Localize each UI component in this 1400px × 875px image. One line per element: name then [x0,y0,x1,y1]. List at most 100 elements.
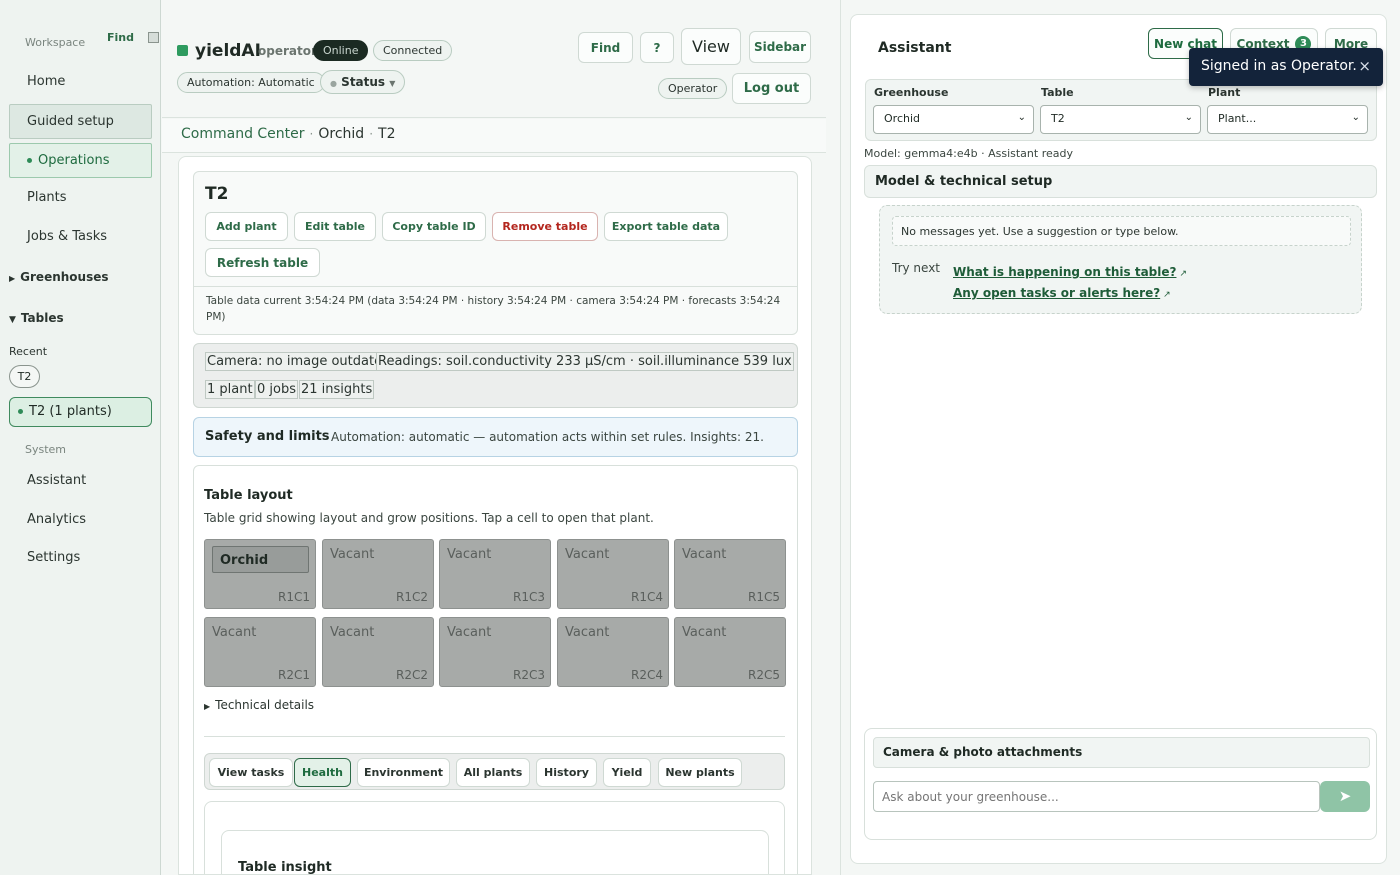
cell-plant-name: Vacant [682,547,727,562]
sidebar-item-analytics[interactable]: Analytics [27,512,86,527]
readings-status: Readings: soil.conductivity 233 µS/cm · … [376,352,794,371]
attachments-toggle[interactable]: Camera & photo attachments [873,737,1370,768]
tab-view-tasks[interactable]: View tasks [209,758,293,787]
plant-count: 1 plant [205,380,255,399]
context-selectors: Greenhouse Table Plant Orchid ⌄ T2 ⌄ Plant… [865,79,1377,141]
greenhouse-label: Greenhouse [874,86,949,99]
plant-select[interactable]: Plant... ⌄ [1207,105,1368,134]
close-icon[interactable]: × [1358,57,1371,75]
cell-id: R2C4 [631,668,663,682]
greenhouse-select-value: Orchid [884,112,920,125]
send-button[interactable]: ➤ [1320,781,1370,812]
tab-yield[interactable]: Yield [603,758,651,787]
refresh-table-button[interactable]: Refresh table [205,248,320,277]
tab-history[interactable]: History [536,758,597,787]
sidebar-item-plants[interactable]: Plants [27,190,67,205]
tab-bar: View tasks Health Environment All plants… [204,753,785,790]
remove-table-button[interactable]: Remove table [492,212,598,241]
sidebar-table-t2[interactable]: T2 (1 plants) [9,397,152,427]
system-label: System [25,443,67,456]
operator-badge: Operator [658,78,728,99]
table-select-value: T2 [1051,112,1065,125]
recent-table-chip[interactable]: T2 [9,365,40,388]
breadcrumb-greenhouse[interactable]: Orchid [318,126,364,142]
recent-label: Recent [9,345,48,358]
technical-details-toggle[interactable]: ▶ Technical details [204,698,314,712]
caret-right-icon: ▶ [9,274,16,283]
grid-cell-r1c4[interactable]: Vacant R1C4 [557,539,669,609]
empty-chat-message: No messages yet. Use a suggestion or typ… [892,216,1351,246]
sidebar-item-assistant[interactable]: Assistant [27,473,86,488]
breadcrumb-table: T2 [378,126,396,142]
caret-down-icon: ▼ [9,315,16,325]
insight-count: 21 insights [299,380,375,399]
grid-cell-r1c5[interactable]: Vacant R1C5 [674,539,786,609]
add-plant-button[interactable]: Add plant [205,212,288,241]
sidebar-find-link[interactable]: Find [107,31,134,44]
insight-title: Table insight [238,860,332,875]
suggestion-text: Any open tasks or alerts here? [953,286,1161,300]
tab-health[interactable]: Health [294,758,351,787]
grid-cell-r1c3[interactable]: Vacant R1C3 [439,539,551,609]
sidebar-toggle-button[interactable]: Sidebar [749,31,811,63]
grid-cell-r1c2[interactable]: Vacant R1C2 [322,539,434,609]
layout-subtitle: Table grid showing layout and grow posit… [204,511,654,525]
table-label: Table [1041,86,1074,99]
model-setup-toggle[interactable]: Model & technical setup [864,165,1377,198]
export-table-data-button[interactable]: Export table data [604,212,728,241]
view-button[interactable]: View [681,28,741,65]
caret-right-icon: ▶ [204,702,211,711]
table-layout-card: Table layout Table grid showing layout a… [193,465,798,875]
edit-table-button[interactable]: Edit table [294,212,376,241]
tab-new-plants[interactable]: New plants [658,758,742,787]
help-button[interactable]: ? [640,32,674,63]
camera-status: Camera: no image outdated [205,352,393,371]
collapse-sidebar-icon[interactable] [148,32,159,43]
grid-cell-r2c1[interactable]: Vacant R2C1 [204,617,316,687]
sidebar-item-settings[interactable]: Settings [27,550,80,565]
sidebar-item-home[interactable]: Home [27,74,65,89]
cell-id: R1C2 [396,590,428,604]
online-badge: Online [313,40,369,61]
suggestion-link-1[interactable]: What is happening on this table? ↗ [953,261,1187,280]
find-button[interactable]: Find [578,32,633,63]
table-title: T2 [205,184,229,204]
sidebar-item-guided-setup[interactable]: Guided setup [9,104,152,139]
logout-button[interactable]: Log out [732,73,811,104]
greenhouses-section-toggle[interactable]: ▶ Greenhouses [9,270,109,284]
composer: Camera & photo attachments ➤ [864,728,1377,840]
chat-area: No messages yet. Use a suggestion or typ… [879,205,1362,314]
grid-cell-r2c2[interactable]: Vacant R2C2 [322,617,434,687]
copy-table-id-button[interactable]: Copy table ID [382,212,486,241]
cell-plant-name: Vacant [565,547,610,562]
grid-cell-r2c3[interactable]: Vacant R2C3 [439,617,551,687]
suggestion-link-2[interactable]: Any open tasks or alerts here? ↗ [953,282,1171,301]
grid-cell-r2c5[interactable]: Vacant R2C5 [674,617,786,687]
external-link-icon: ↗ [1163,290,1171,300]
greenhouse-select[interactable]: Orchid ⌄ [873,105,1034,134]
tables-section-toggle[interactable]: ▼ Tables [9,311,64,325]
insight-card: Table insight [221,830,769,875]
table-select[interactable]: T2 ⌄ [1040,105,1201,134]
dot-icon: ● [330,79,337,88]
grid-cell-r2c4[interactable]: Vacant R2C4 [557,617,669,687]
status-dropdown[interactable]: ● Status ▼ [320,70,406,94]
tables-label: Tables [20,311,64,325]
breadcrumb-separator: · [369,127,374,141]
chat-input[interactable] [873,781,1320,812]
chevron-down-icon: ⌄ [1017,112,1026,123]
grid-cell-r1c1[interactable]: Orchid R1C1 [204,539,316,609]
plant-select-value: Plant... [1218,112,1257,125]
status-label: Status [341,75,386,89]
sidebar-item-jobs-tasks[interactable]: Jobs & Tasks [27,229,107,244]
cell-plant-name: Vacant [682,625,727,640]
sidebar-item-operations[interactable]: Operations [9,143,152,178]
cell-plant-name: Vacant [212,625,257,640]
insight-panel: Table insight [204,801,785,875]
sidebar-item-label: Operations [38,153,110,168]
cell-id: R1C3 [513,590,545,604]
breadcrumb-root[interactable]: Command Center [181,126,305,142]
tab-all-plants[interactable]: All plants [456,758,530,787]
tab-environment[interactable]: Environment [357,758,450,787]
greenhouses-label: Greenhouses [20,270,109,284]
